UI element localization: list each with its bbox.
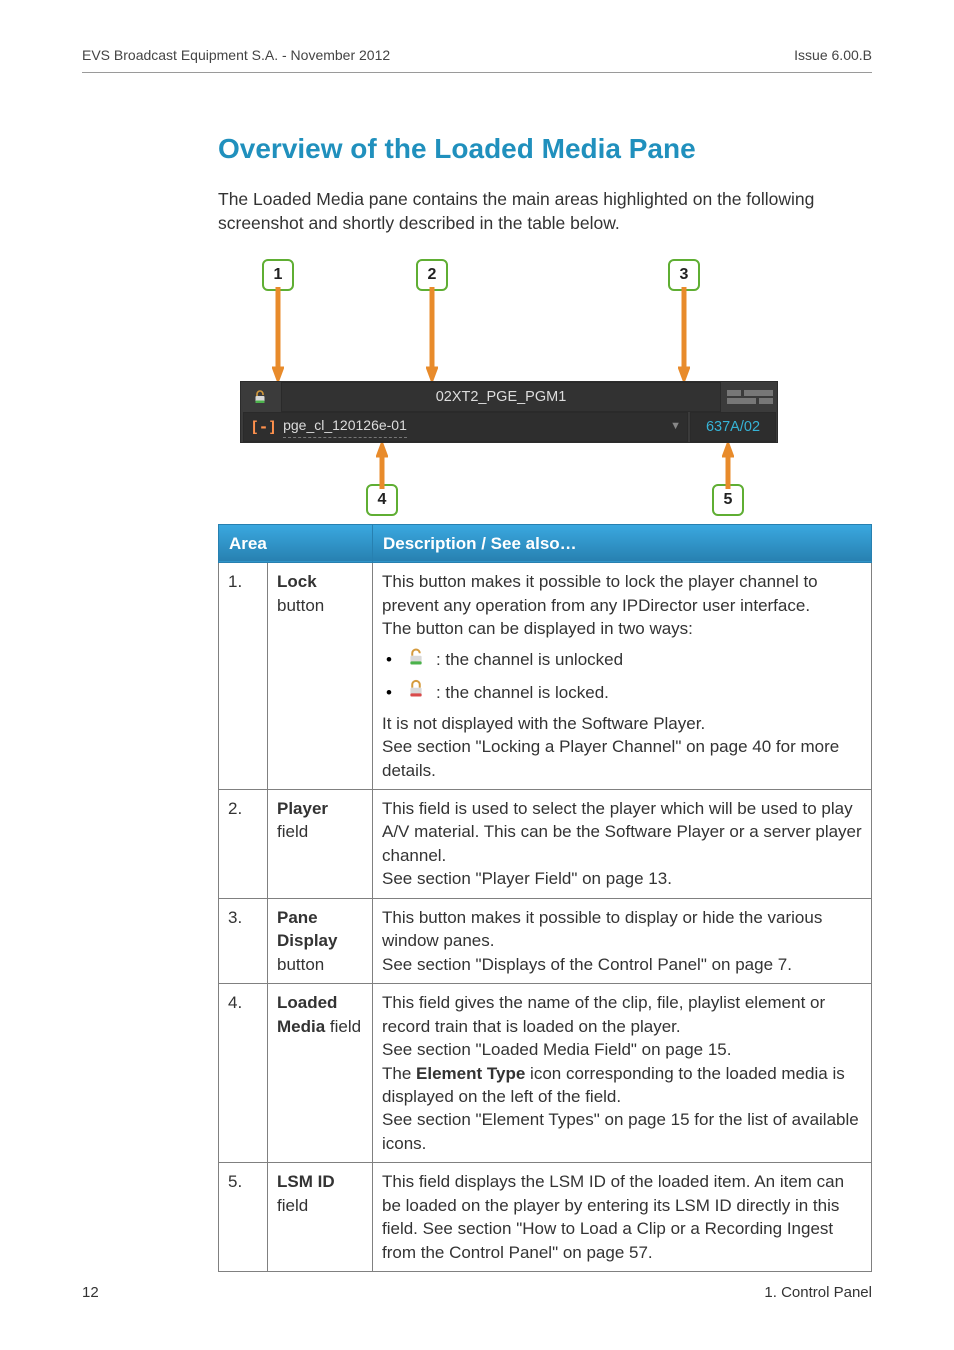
arrow-4	[376, 441, 388, 489]
arrow-1	[272, 287, 284, 383]
page-footer: 12 1. Control Panel	[82, 1283, 872, 1304]
lock-button[interactable]	[241, 382, 279, 412]
chevron-down-icon: ▼	[670, 419, 681, 434]
arrow-5	[722, 441, 734, 489]
loaded-media-top-row: 02XT2_PGE_PGM1	[241, 382, 777, 412]
table-row: 5. LSM ID field This field displays the …	[219, 1163, 872, 1272]
page-content: Overview of the Loaded Media Pane The Lo…	[218, 130, 872, 1272]
footer-page: 12	[82, 1283, 99, 1304]
cell-name: LSM ID field	[268, 1163, 373, 1272]
header-rule	[82, 72, 872, 73]
list-item: : the channel is locked.	[396, 679, 862, 705]
loaded-media-name: pge_cl_120126e-01	[283, 416, 407, 437]
loaded-media-field[interactable]: [-] pge_cl_120126e-01 ▼	[243, 412, 688, 442]
cell-desc: This field gives the name of the clip, f…	[373, 984, 872, 1163]
cell-num: 5.	[219, 1163, 268, 1272]
cell-name: Lock button	[268, 563, 373, 790]
th-area: Area	[219, 524, 373, 562]
header-right: Issue 6.00.B	[794, 46, 872, 65]
loaded-media-pane: 02XT2_PGE_PGM1 [-] pge_cl_120126e-01 ▼ 6…	[240, 381, 778, 443]
lead-paragraph: The Loaded Media pane contains the main …	[218, 187, 872, 235]
list-item: : the channel is unlocked	[396, 647, 862, 673]
table-row: 1. Lock button This button makes it poss…	[219, 563, 872, 790]
cell-desc: This button makes it possible to lock th…	[373, 563, 872, 790]
th-desc: Description / See also…	[373, 524, 872, 562]
cell-num: 3.	[219, 898, 268, 983]
table-row: 3. Pane Display button This button makes…	[219, 898, 872, 983]
loaded-media-bottom-row: [-] pge_cl_120126e-01 ▼ 637A/02	[241, 412, 777, 442]
annotated-screenshot: 1 2 3 4 5 02XT2_PGE_PGM1	[222, 251, 802, 516]
cell-name: Player field	[268, 789, 373, 898]
pane-chip	[759, 398, 773, 404]
pane-chip	[727, 390, 741, 396]
arrow-3	[678, 287, 690, 383]
table-row: 2. Player field This field is used to se…	[219, 789, 872, 898]
table-row: 4. Loaded Media field This field gives t…	[219, 984, 872, 1163]
footer-section: 1. Control Panel	[764, 1283, 872, 1304]
lsm-id-field[interactable]: 637A/02	[690, 412, 776, 442]
page-header: EVS Broadcast Equipment S.A. - November …	[0, 0, 954, 65]
player-field[interactable]: 02XT2_PGE_PGM1	[281, 382, 721, 412]
lsm-id-text: 637A/02	[706, 417, 760, 437]
cell-num: 4.	[219, 984, 268, 1163]
pane-chip	[727, 398, 756, 404]
pane-chip	[744, 390, 773, 396]
header-left: EVS Broadcast Equipment S.A. - November …	[82, 46, 390, 65]
cell-desc: This field is used to select the player …	[373, 789, 872, 898]
cell-name: Pane Display button	[268, 898, 373, 983]
areas-table: Area Description / See also… 1. Lock but…	[218, 524, 872, 1272]
lock-icon	[252, 389, 268, 405]
cell-desc: This field displays the LSM ID of the lo…	[373, 1163, 872, 1272]
cell-num: 1.	[219, 563, 268, 790]
cell-num: 2.	[219, 789, 268, 898]
element-type-icon: [-]	[250, 417, 277, 438]
page-title: Overview of the Loaded Media Pane	[218, 130, 872, 169]
player-field-text: 02XT2_PGE_PGM1	[436, 387, 567, 407]
lock-locked-icon	[406, 679, 426, 705]
lock-unlocked-icon	[406, 647, 426, 673]
cell-desc: This button makes it possible to display…	[373, 898, 872, 983]
pane-display-button[interactable]	[723, 383, 777, 411]
arrow-2	[426, 287, 438, 383]
cell-name: Loaded Media field	[268, 984, 373, 1163]
